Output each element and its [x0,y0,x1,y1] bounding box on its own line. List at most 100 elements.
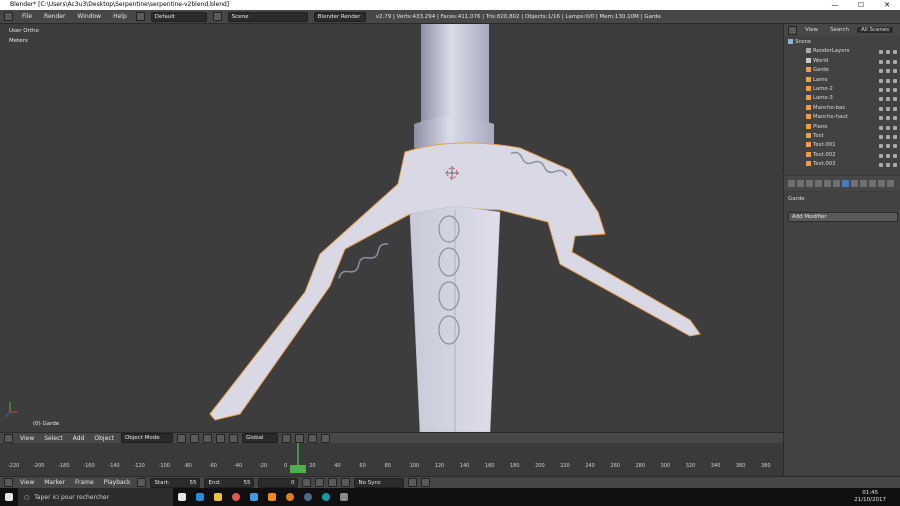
menu-marker[interactable]: Marker [41,479,68,486]
menu-window[interactable]: Window [74,13,104,20]
selectable-arrow-icon[interactable] [886,106,890,111]
outliner-item-renderlayers[interactable]: RenderLayers [784,47,900,56]
texture-tab-icon[interactable] [869,179,876,187]
render-camera-icon[interactable] [893,97,897,102]
menu-frame[interactable]: Frame [72,479,97,486]
visibility-eye-icon[interactable] [879,153,883,158]
outliner-item-plane[interactable]: Plane [784,123,900,132]
menu-view[interactable]: View [17,435,37,442]
outliner-item-garde[interactable]: Garde [784,66,900,75]
outliner-item-manche-haut[interactable]: Manche-haut [784,113,900,122]
particles-tab-icon[interactable] [878,179,885,187]
layers-icon[interactable] [281,433,291,443]
render-camera-icon[interactable] [893,50,897,55]
visibility-eye-icon[interactable] [879,78,883,83]
timeline-editor[interactable]: -220 -200 -180 -160 -140 -120 -100 -80 -60 -40 -20… [0,443,783,476]
outliner-item-lame-3[interactable]: Lame-3 [784,94,900,103]
editor-type-button[interactable] [788,25,797,35]
menu-help[interactable]: Help [110,13,130,20]
visibility-eye-icon[interactable] [879,125,883,130]
render-camera-icon[interactable] [893,135,897,139]
menu-render[interactable]: Render [41,13,68,20]
outliner-item-text[interactable]: Text [784,132,900,141]
taskbar-search[interactable]: ○ Taper ici pour rechercher [18,488,173,506]
render-camera-icon[interactable] [893,69,897,74]
layers-tab-icon[interactable] [797,179,804,187]
selectable-arrow-icon[interactable] [886,153,890,158]
outliner-item-manche-bas[interactable]: Manche-bas [784,104,900,113]
scene-tab-icon[interactable] [806,179,813,187]
menu-select[interactable]: Select [41,435,66,442]
menu-object[interactable]: Object [91,435,117,442]
physics-tab-icon[interactable] [887,179,894,187]
blender-icon[interactable] [281,488,299,506]
editor-type-button[interactable] [4,433,13,443]
tab-search[interactable]: Search [826,27,853,33]
render-icon[interactable] [320,433,330,443]
mode-select[interactable]: Object Mode [120,433,173,443]
sync-select[interactable]: No Sync [354,477,405,488]
visibility-eye-icon[interactable] [879,163,883,168]
visibility-eye-icon[interactable] [879,88,883,92]
snap-icon[interactable] [307,433,317,443]
menu-playback[interactable]: Playback [101,479,134,486]
material-tab-icon[interactable] [860,179,867,187]
render-camera-icon[interactable] [893,125,897,130]
render-camera-icon[interactable] [893,78,897,83]
add-modifier-button[interactable]: Add Modifier [788,212,898,222]
play-icon[interactable] [328,478,338,487]
render-camera-icon[interactable] [893,116,897,121]
render-engine-select[interactable]: Blender Render [313,11,366,22]
keying-set-icon[interactable] [421,478,431,487]
outliner-item-world[interactable]: World [784,57,900,66]
rotate-icon[interactable] [228,433,238,443]
steam-icon[interactable] [299,488,317,506]
current-frame-field[interactable]: 0 [258,477,299,488]
selectable-arrow-icon[interactable] [886,116,890,121]
visibility-eye-icon[interactable] [879,50,883,55]
display-mode-select[interactable]: All Scenes [856,27,894,33]
app-icon[interactable] [335,488,353,506]
arduino-icon[interactable] [317,488,335,506]
outliner-item-text-002[interactable]: Text.002 [784,151,900,160]
visibility-eye-icon[interactable] [879,59,883,64]
render-camera-icon[interactable] [893,106,897,111]
vlc-icon[interactable] [263,488,281,506]
object-tab-icon[interactable] [824,179,831,187]
visibility-eye-icon[interactable] [879,144,883,149]
selectable-arrow-icon[interactable] [886,50,890,55]
end-frame-field[interactable]: End: 55 [204,477,255,488]
visibility-eye-icon[interactable] [879,69,883,74]
outliner-item-text-001[interactable]: Text.001 [784,141,900,150]
pivot-icon[interactable] [189,433,199,443]
visibility-eye-icon[interactable] [879,106,883,111]
explorer-icon[interactable] [209,488,227,506]
visibility-eye-icon[interactable] [879,116,883,121]
clock[interactable]: 01:45 21/10/2017 [854,490,886,504]
selectable-arrow-icon[interactable] [886,69,890,74]
selectable-arrow-icon[interactable] [886,59,890,64]
selectable-arrow-icon[interactable] [886,97,890,102]
3d-viewport[interactable]: User Ortho Meters (0) Garde [0,24,783,432]
render-camera-icon[interactable] [893,163,897,168]
menu-add[interactable]: Add [70,435,88,442]
shading-icon[interactable] [176,433,186,443]
render-tab-icon[interactable] [788,179,795,187]
outliner-item-scene[interactable]: Scene [784,38,900,47]
editor-type-button[interactable] [4,12,13,21]
store-icon[interactable] [245,488,263,506]
selectable-arrow-icon[interactable] [886,144,890,149]
selectable-arrow-icon[interactable] [886,135,890,139]
manipulator-icon[interactable] [202,433,212,443]
start-frame-field[interactable]: Start: 55 [150,477,201,488]
visibility-eye-icon[interactable] [879,135,883,139]
data-tab-icon[interactable] [851,179,858,187]
constraints-tab-icon[interactable] [833,179,840,187]
scene-select[interactable]: Scene [227,11,308,22]
editor-type-button[interactable] [4,478,13,487]
jump-end-icon[interactable] [341,478,351,487]
handle-mesh[interactable] [421,24,489,124]
visibility-eye-icon[interactable] [879,97,883,102]
render-camera-icon[interactable] [893,59,897,64]
layers-icon[interactable] [294,433,304,443]
